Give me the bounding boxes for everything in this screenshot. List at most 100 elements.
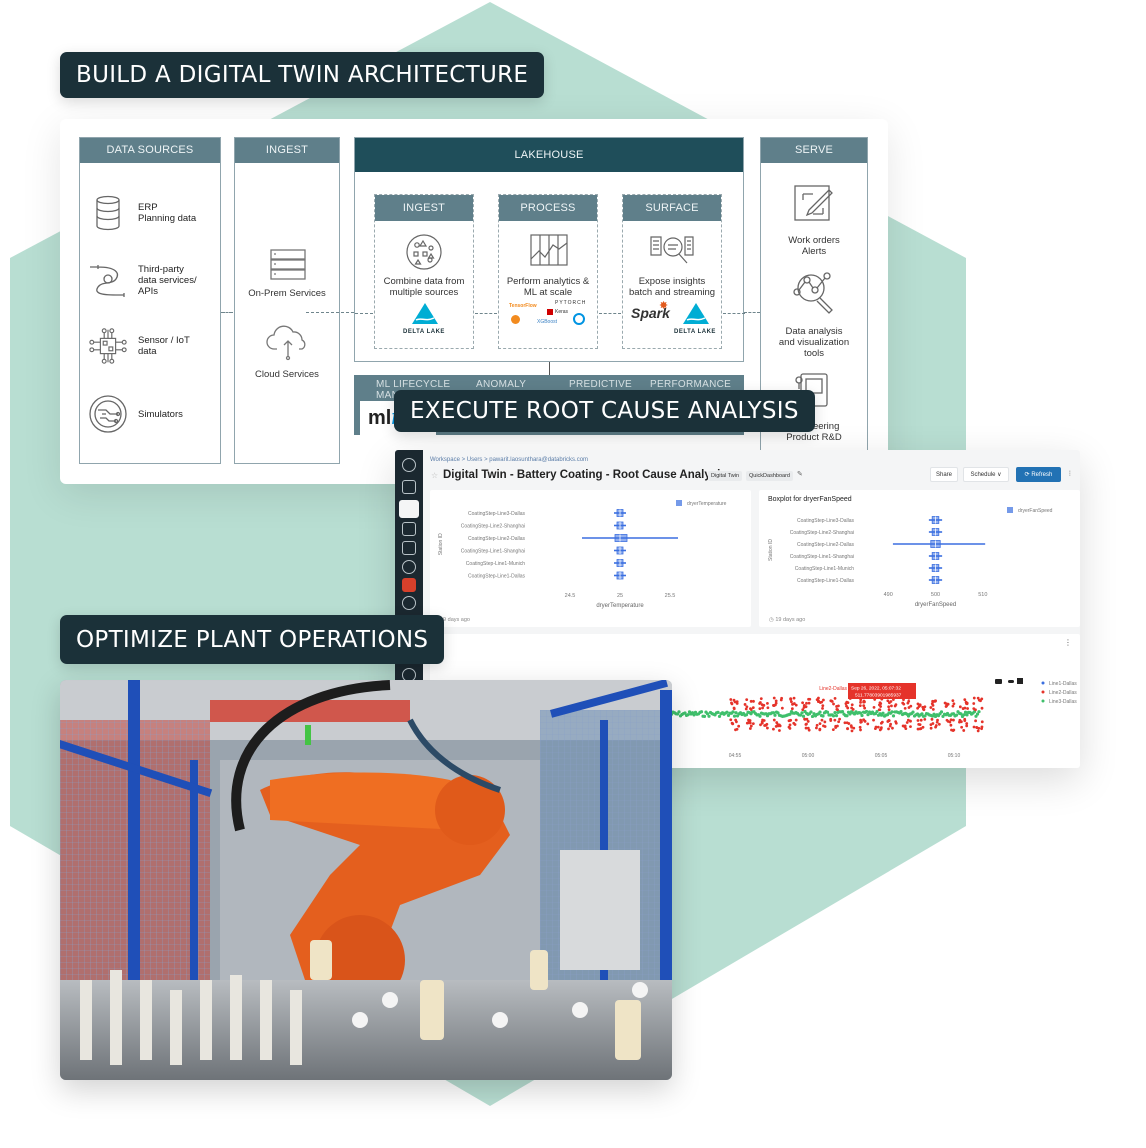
data-point: [751, 722, 755, 725]
data-point: [761, 706, 765, 710]
data-point: [774, 701, 778, 705]
stage-description: Expose insights batch and streaming: [628, 276, 716, 298]
data-point: [966, 707, 969, 710]
stage-description: Perform analytics & ML at scale: [506, 276, 590, 298]
x-tick-label: 05:00: [802, 753, 815, 759]
data-point: [923, 718, 927, 721]
data-point: [758, 707, 762, 711]
refresh-button[interactable]: ⟳ Refresh: [1016, 467, 1061, 482]
data-point: [948, 720, 952, 724]
data-point: [805, 722, 808, 726]
data-point: [766, 726, 769, 730]
data-point: [766, 701, 769, 705]
category-label: CoatingStep-Line2-Shanghai: [461, 524, 525, 530]
pytorch-logo: PYTORCH: [555, 300, 587, 306]
sidebar-dashboards-icon[interactable]: [399, 500, 419, 518]
tag-digital-twin[interactable]: Digital Twin: [708, 471, 743, 481]
data-point: [730, 701, 733, 705]
data-point: [859, 728, 862, 732]
sidebar-queries-icon[interactable]: [402, 541, 416, 555]
data-point: [894, 720, 898, 724]
dashboard-title: Digital Twin - Battery Coating - Root Ca…: [443, 469, 727, 481]
cloud-services-label: Cloud Services: [255, 369, 319, 380]
work-order-icon: [793, 182, 835, 229]
more-options-button[interactable]: ⋮: [1065, 467, 1075, 482]
data-point: [834, 714, 839, 718]
stage-description: Combine data from multiple sources: [383, 276, 465, 298]
data-point: [792, 696, 796, 700]
category-label: CoatingStep-Line2-Shanghai: [790, 530, 854, 536]
data-point: [976, 696, 980, 700]
data-point: [759, 723, 762, 727]
data-point: [821, 714, 825, 718]
data-point: [792, 702, 796, 705]
schedule-button[interactable]: Schedule ∨: [963, 467, 1009, 482]
tag-quickdashboard[interactable]: QuickDashboard: [746, 471, 793, 481]
x-tick-label: 25: [617, 593, 623, 599]
data-point: [858, 704, 862, 708]
data-point: [886, 699, 890, 703]
data-point: [847, 722, 851, 725]
data-point: [789, 718, 793, 722]
x-tick-label: 05:05: [875, 753, 888, 759]
xgboost-logo: XGBoost: [537, 319, 558, 325]
data-point: [801, 701, 805, 705]
edit-tags-icon[interactable]: ✎: [797, 470, 803, 478]
sidebar-alerts-icon[interactable]: [402, 578, 416, 592]
source-iot: Sensor / IoT data: [88, 326, 190, 366]
data-point: [818, 722, 822, 726]
data-point: [823, 720, 827, 724]
sidebar-settings-icon[interactable]: [402, 596, 416, 610]
spark-star-icon: ✸: [659, 300, 669, 312]
legend-label: dryerTemperature: [687, 501, 727, 507]
data-point: [732, 707, 736, 711]
data-point: [758, 714, 762, 718]
data-point: [830, 699, 834, 703]
panel-dryer-fan-speed: Boxplot for dryerFanSpeed CoatingStep-Li…: [759, 490, 1080, 627]
data-point: [762, 703, 766, 707]
x-tick-label: 490: [884, 592, 893, 598]
data-point: [772, 727, 775, 731]
tooltip-series-label: Line2-Dallas: [819, 686, 847, 692]
ingest-column: INGEST On-Prem Services Cloud Services: [234, 137, 340, 464]
data-point: [833, 711, 837, 715]
data-point: [945, 704, 949, 708]
stage-header: INGEST: [375, 195, 473, 221]
data-point: [859, 718, 863, 722]
databricks-logo-icon[interactable]: [402, 458, 416, 472]
category-label: CoatingStep-Line3-Dallas: [468, 511, 525, 517]
x-tick-label: 24.5: [565, 593, 576, 599]
lakehouse-ingest-stage: INGEST Combine data from multiple source…: [374, 194, 474, 349]
ml-tool-logo-icon: [573, 313, 585, 325]
data-point: [866, 713, 870, 717]
factory-robot-photo: [60, 680, 672, 1080]
data-point: [815, 698, 819, 702]
dryer-temperature-boxplot: CoatingStep-Line3-Dallas CoatingStep-Line…: [438, 500, 727, 609]
share-button[interactable]: Share: [930, 467, 958, 482]
data-point: [918, 704, 922, 707]
data-point: [758, 702, 761, 705]
execute-rca-label: EXECUTE ROOT CAUSE ANALYSIS: [394, 390, 815, 432]
data-point: [725, 710, 729, 714]
data-point: [789, 697, 793, 701]
data-point: [833, 696, 837, 700]
data-point: [772, 718, 776, 722]
mlflow-ml: ml: [368, 407, 392, 429]
data-point: [809, 710, 813, 714]
workspace-switcher-icon[interactable]: [402, 480, 416, 494]
x-tick-label: 500: [931, 592, 940, 598]
data-point: [717, 714, 722, 719]
data-point: [976, 729, 980, 733]
favorite-star-icon[interactable]: ☆: [431, 471, 438, 480]
data-point: [772, 696, 776, 700]
sidebar-history-icon[interactable]: [402, 560, 416, 574]
data-point: [778, 724, 782, 728]
data-point: [825, 710, 830, 714]
data-point: [859, 700, 862, 704]
source-erp: ERP Planning data: [88, 193, 196, 233]
data-point: [743, 703, 747, 706]
breadcrumb[interactable]: Workspace > Users > pawarit.laosunthara@…: [430, 457, 588, 463]
sidebar-sql-editor-icon[interactable]: [402, 522, 416, 536]
data-point: [872, 718, 875, 722]
data-point: [748, 721, 752, 725]
